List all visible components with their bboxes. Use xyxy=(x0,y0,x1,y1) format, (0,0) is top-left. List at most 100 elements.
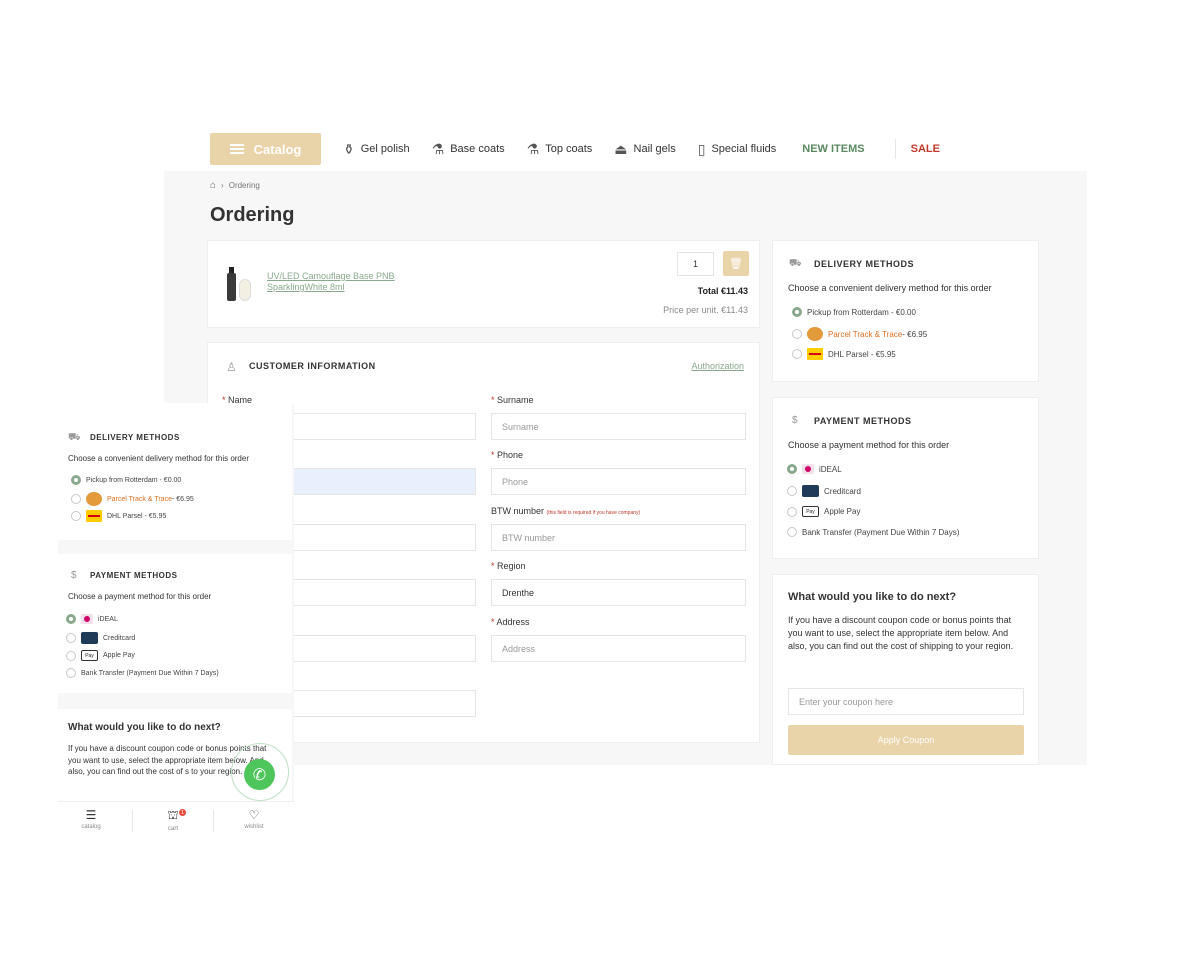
apple-pay-logo-icon: Pay xyxy=(802,506,819,517)
mobile-view: ⛟ DELIVERY METHODS Choose a convenient d… xyxy=(58,403,294,840)
fluid-icon: ▯ xyxy=(697,140,706,157)
ideal-logo-icon xyxy=(81,614,93,624)
required-mark: * xyxy=(491,395,495,405)
delivery-option-pickup[interactable]: Pickup from Rotterdam - €0.00 xyxy=(792,307,916,317)
radio-button[interactable] xyxy=(792,329,802,339)
radio-button[interactable] xyxy=(792,349,802,359)
radio-button[interactable] xyxy=(787,527,797,537)
radio-button[interactable] xyxy=(71,494,81,504)
nav-item-gel-polish[interactable]: ⚱ Gel polish xyxy=(343,141,410,158)
mobile-delivery-description: Choose a convenient delivery method for … xyxy=(68,454,249,463)
parcel-logo-icon xyxy=(807,327,823,341)
catalog-button[interactable]: Catalog xyxy=(210,133,321,165)
delivery-methods-card: ⛟ DELIVERY METHODS Choose a convenient d… xyxy=(772,240,1039,382)
radio-button[interactable] xyxy=(66,650,76,661)
dhl-logo-icon xyxy=(86,510,102,522)
whatsapp-button[interactable]: ✆ xyxy=(244,759,275,790)
bottle xyxy=(227,273,236,301)
trash-icon: 🗑 xyxy=(729,258,743,270)
payment-option-bank-transfer[interactable]: Bank Transfer (Payment Due Within 7 Days… xyxy=(787,527,959,537)
btw-label-text: BTW number xyxy=(491,506,545,516)
required-mark: * xyxy=(491,450,495,460)
payment-option-applepay[interactable]: Pay Apple Pay xyxy=(787,506,860,517)
option-label: Creditcard xyxy=(103,634,136,642)
nav-new-items[interactable]: NEW ITEMS xyxy=(802,143,864,155)
product-image[interactable] xyxy=(224,265,254,303)
option-label: Apple Pay xyxy=(103,652,135,659)
mobile-delivery-option-pickup[interactable]: Pickup from Rotterdam - €0.00 xyxy=(71,475,181,485)
payment-title: PAYMENT METHODS xyxy=(814,416,912,426)
color-swatch xyxy=(239,279,251,301)
mobile-tab-catalog[interactable]: ☰ catalog xyxy=(61,808,121,830)
nav-label: Nail gels xyxy=(633,143,676,155)
radio-button[interactable] xyxy=(787,464,797,474)
mobile-payment-card: $ PAYMENT METHODS Choose a payment metho… xyxy=(58,554,292,693)
nav-item-top-coats[interactable]: ⚗ Top coats xyxy=(527,141,593,158)
tab-label: cart xyxy=(167,826,178,832)
next-steps-body: If you have a discount coupon code or bo… xyxy=(788,615,1014,651)
option-label: Pickup from Rotterdam - €0.00 xyxy=(807,307,916,317)
radio-button[interactable] xyxy=(787,506,797,517)
mobile-delivery-option-parcel[interactable]: Parcel Track & Trace- €6.95 xyxy=(71,492,194,506)
bottle-icon: ⚱ xyxy=(343,140,355,157)
address-input[interactable]: Address xyxy=(491,635,746,662)
menu-icon xyxy=(229,144,244,154)
base-coat-icon: ⚗ xyxy=(431,140,445,157)
product-name-link[interactable]: UV/LED Camouflage Base PNB SparklingWhit… xyxy=(267,271,437,293)
delivery-option-dhl[interactable]: DHL Parsel - €5.95 xyxy=(792,348,896,360)
mobile-payment-option-bank-transfer[interactable]: Bank Transfer (Payment Due Within 7 Days… xyxy=(66,668,219,678)
ideal-logo-icon xyxy=(802,464,814,474)
remove-item-button[interactable]: 🗑 xyxy=(723,251,749,276)
region-label-text: Region xyxy=(497,561,526,571)
breadcrumb: ⌂ › Ordering xyxy=(210,180,260,191)
tab-label: catalog xyxy=(81,824,101,830)
option-label: DHL Parsel - €5.95 xyxy=(828,349,896,359)
radio-button[interactable] xyxy=(71,511,81,521)
mobile-bottom-bar: ☰ catalog ⛫ 1 cart ♡ wishlist xyxy=(58,801,294,840)
cart-item-card: UV/LED Camouflage Base PNB SparklingWhit… xyxy=(207,240,760,328)
surname-input[interactable]: Surname xyxy=(491,413,746,440)
btw-input[interactable]: BTW number xyxy=(491,524,746,551)
option-label: Apple Pay xyxy=(824,507,861,516)
phone-input[interactable]: Phone xyxy=(491,468,746,495)
parcel-logo-icon xyxy=(86,492,102,506)
mobile-payment-title: PAYMENT METHODS xyxy=(90,571,178,580)
home-icon[interactable]: ⌂ xyxy=(210,180,216,191)
payment-methods-card: $ PAYMENT METHODS Choose a payment metho… xyxy=(772,397,1039,559)
breadcrumb-separator: › xyxy=(221,181,224,190)
nav-item-base-coats[interactable]: ⚗ Base coats xyxy=(432,141,505,158)
delivery-description: Choose a convenient delivery method for … xyxy=(788,283,992,293)
radio-button[interactable] xyxy=(66,614,76,624)
coupon-input[interactable]: Enter your coupon here xyxy=(788,688,1024,715)
mobile-tab-wishlist[interactable]: ♡ wishlist xyxy=(224,808,284,830)
nav-divider xyxy=(894,139,896,159)
mobile-payment-option-creditcard[interactable]: Creditcard xyxy=(66,632,135,644)
mobile-payment-option-ideal[interactable]: iDEAL xyxy=(66,614,118,624)
radio-button[interactable] xyxy=(66,668,76,678)
payment-option-creditcard[interactable]: Creditcard xyxy=(787,485,861,497)
radio-button[interactable] xyxy=(792,307,802,317)
region-select[interactable]: Drenthe xyxy=(491,579,746,606)
radio-button[interactable] xyxy=(71,475,81,485)
authorization-link[interactable]: Authorization xyxy=(691,361,744,371)
heart-icon: ♡ xyxy=(248,808,260,822)
radio-button[interactable] xyxy=(787,486,797,496)
apply-coupon-button[interactable]: Apply Coupon xyxy=(788,725,1024,755)
nav-item-nail-gels[interactable]: ⏏ Nail gels xyxy=(614,141,675,158)
mobile-payment-option-applepay[interactable]: Pay Apple Pay xyxy=(66,650,135,661)
mobile-delivery-option-dhl[interactable]: DHL Parsel - €5.95 xyxy=(71,510,166,522)
mobile-tab-cart[interactable]: ⛫ 1 cart xyxy=(143,808,203,832)
quantity-input[interactable]: 1 xyxy=(677,252,714,276)
nav-sale[interactable]: SALE xyxy=(911,143,940,155)
option-label: Parcel Track & Trace xyxy=(107,495,172,503)
mobile-delivery-card: ⛟ DELIVERY METHODS Choose a convenient d… xyxy=(58,403,292,540)
radio-button[interactable] xyxy=(66,633,76,643)
option-label: iDEAL xyxy=(819,464,842,474)
option-label: Pickup from Rotterdam - €0.00 xyxy=(86,476,182,484)
delivery-option-parcel[interactable]: Parcel Track & Trace- €6.95 xyxy=(792,327,927,341)
cart-icon: ⛫ xyxy=(167,808,179,822)
nav-item-special-fluids[interactable]: ▯ Special fluids xyxy=(698,141,777,158)
nail-gel-icon: ⏏ xyxy=(614,140,628,157)
payment-option-ideal[interactable]: iDEAL xyxy=(787,464,842,474)
tab-label: wishlist xyxy=(244,824,264,830)
